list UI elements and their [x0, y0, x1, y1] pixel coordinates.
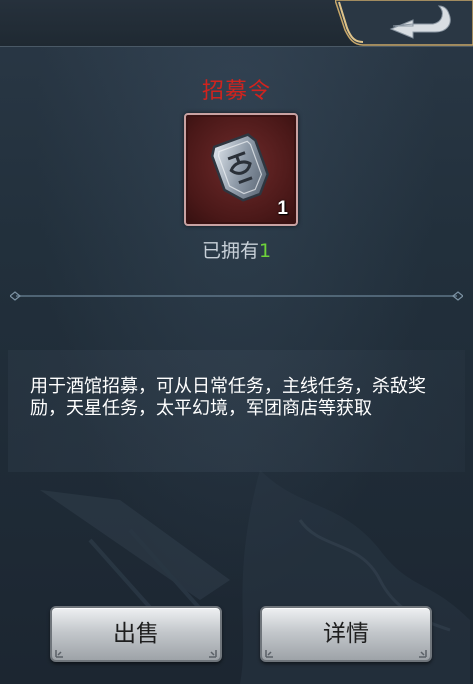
sell-button-label: 出售 [113, 621, 159, 647]
detail-button-label: 详情 [323, 621, 369, 647]
detail-button[interactable]: 详情 [260, 606, 432, 662]
owned-label: 已拥有 [201, 240, 259, 262]
corner-ornament-icon [209, 650, 217, 658]
corner-ornament-icon [419, 650, 427, 658]
back-button[interactable] [335, 0, 473, 47]
item-slot[interactable]: 1 [184, 113, 298, 226]
divider [10, 291, 463, 301]
item-name: 招募令 [201, 79, 271, 104]
recruit-token-icon [210, 133, 270, 202]
item-count: 1 [277, 198, 288, 219]
owned-value: 1 [258, 240, 272, 262]
item-description: 用于酒馆招募，可从日常任务，主线任务，杀敌奖励，天星任务，太平幻境，军团商店等获… [30, 376, 426, 419]
corner-ornament-icon [265, 650, 273, 658]
item-detail-panel: 招募令 1 已拥有1 用于酒馆招募，可从日常任务，主线任务，杀敌奖励，天星任务，… [0, 0, 473, 684]
owned-row: 已拥有1 [0, 236, 473, 263]
sell-button[interactable]: 出售 [50, 606, 222, 662]
corner-ornament-icon [55, 650, 63, 658]
